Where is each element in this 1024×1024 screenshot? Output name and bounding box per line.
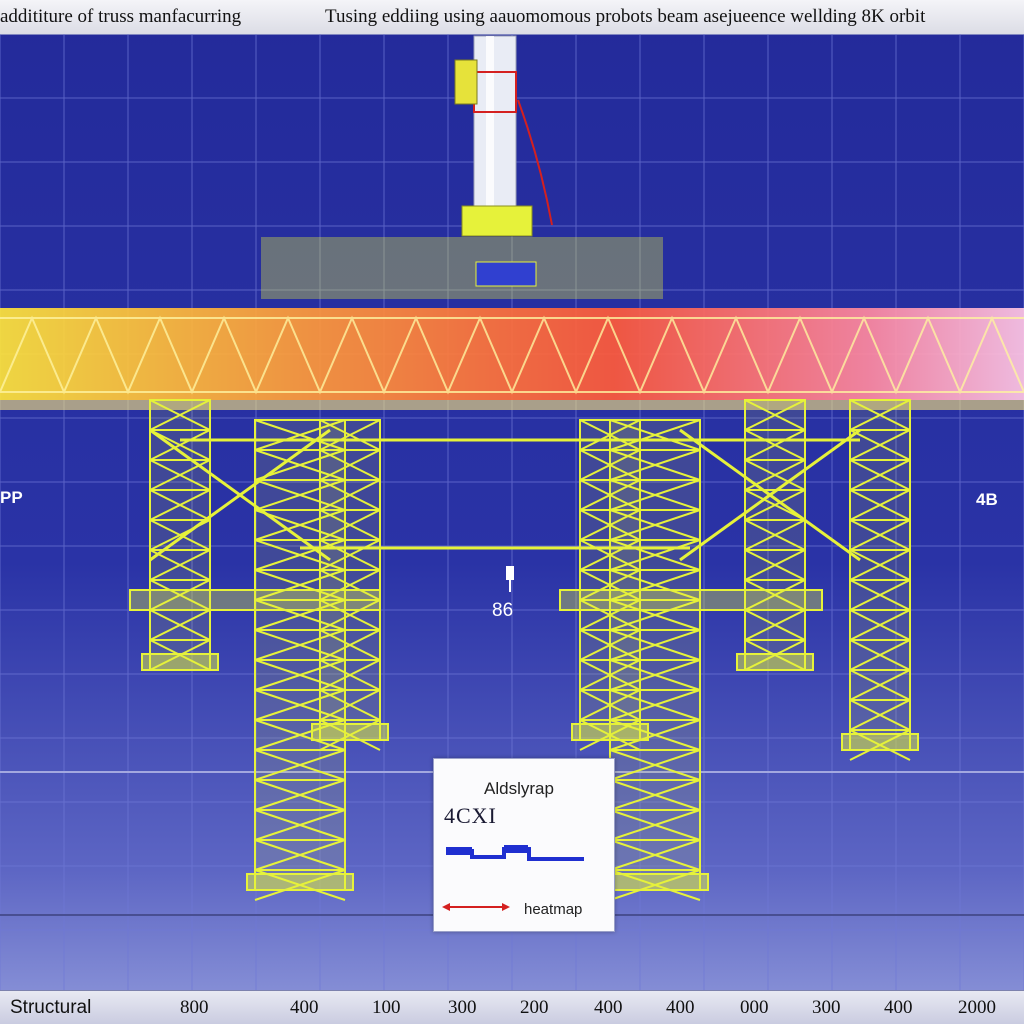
footer-tick-9: 300 xyxy=(812,997,841,1018)
tower-foot xyxy=(141,653,219,671)
side-label-right: 4B xyxy=(976,490,998,509)
footer-tick-1: 800 xyxy=(180,997,209,1018)
footer-tick-3: 100 xyxy=(372,997,401,1018)
gantry-block xyxy=(475,261,537,287)
center-label: 86 xyxy=(492,600,514,621)
tower-foot xyxy=(601,873,709,891)
robot-head xyxy=(461,205,533,237)
footer-tick-10: 400 xyxy=(884,997,913,1018)
title-bar: addititure of truss manfacurring Tusing … xyxy=(0,0,1024,35)
tower-frame xyxy=(319,419,381,741)
legend-panel: Aldslyrap 4CXI heatmap xyxy=(433,758,615,932)
beam-body xyxy=(0,308,1024,400)
status-bar: Structural 800 400 100 300 200 400 400 0… xyxy=(0,990,1024,1024)
gantry-deck xyxy=(261,237,663,299)
legend-heatmap-label: heatmap xyxy=(524,901,583,918)
platform-right xyxy=(559,589,823,611)
main-beam xyxy=(0,308,1024,410)
truss-tower-7 xyxy=(841,399,919,761)
title-left: addititure of truss manfacurring xyxy=(0,6,242,27)
footer-tick-4: 300 xyxy=(448,997,477,1018)
structural-label: Structural xyxy=(10,997,92,1018)
robot-arm xyxy=(454,35,553,237)
footer-tick-5: 200 xyxy=(520,997,549,1018)
robot-mount xyxy=(454,59,478,105)
footer-tick-2: 400 xyxy=(290,997,319,1018)
tower-foot xyxy=(841,733,919,751)
legend-arrow-head-left xyxy=(442,903,450,911)
footer-tick-6: 400 xyxy=(594,997,623,1018)
footer-tick-7: 400 xyxy=(666,997,695,1018)
tower-foot xyxy=(311,723,389,741)
footer-tick-8: 000 xyxy=(740,997,769,1018)
footer-tick-11: 2000 xyxy=(958,997,996,1018)
robot-column-highlight xyxy=(486,36,494,216)
robot-column xyxy=(473,35,517,217)
title-right: Tusing eddiing using aauomomous probots … xyxy=(325,6,926,27)
tower-foot xyxy=(736,653,814,671)
truss-tower-3 xyxy=(311,419,389,751)
legend-series-swatch-2 xyxy=(504,845,528,853)
legend-series-swatch-1 xyxy=(446,847,472,855)
truss-tower-5 xyxy=(601,419,709,901)
tower-foot xyxy=(246,873,354,891)
viewport: addititure of truss manfacurring Tusing … xyxy=(0,0,1024,1024)
gantry-top xyxy=(261,237,663,299)
platform-left xyxy=(129,589,381,611)
legend-arrow-head-right xyxy=(502,903,510,911)
probe-marker xyxy=(506,566,514,592)
side-label-left: PP xyxy=(0,488,23,507)
